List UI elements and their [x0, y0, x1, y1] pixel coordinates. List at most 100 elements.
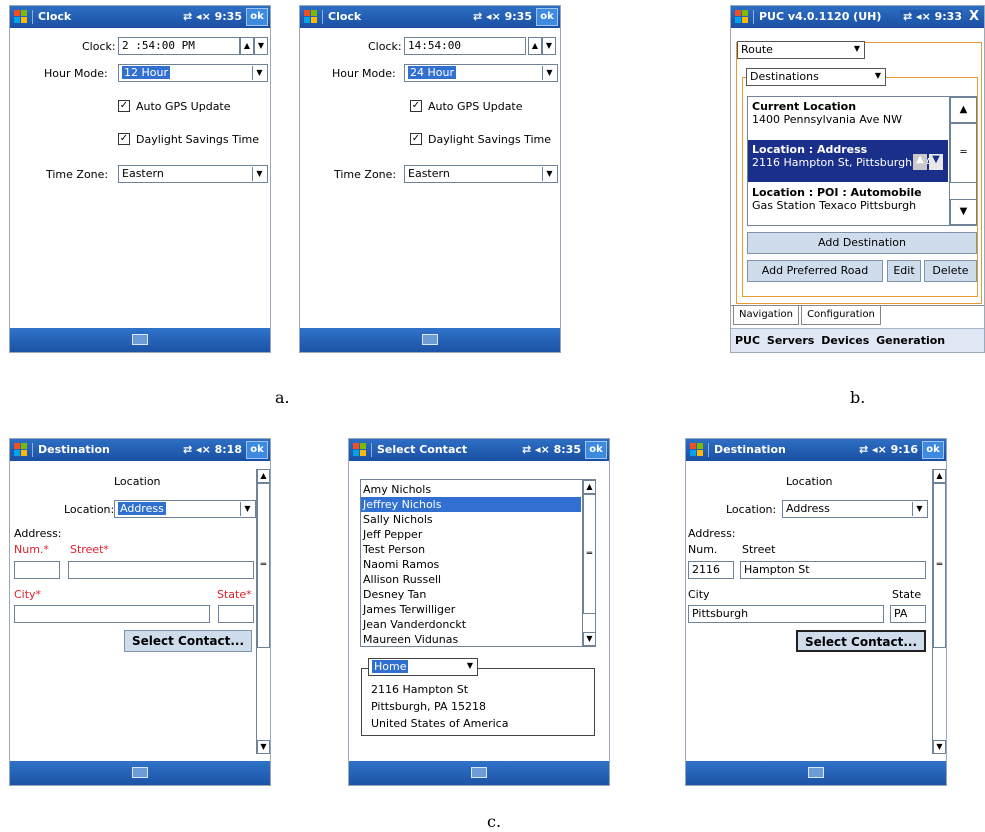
scroll-up-button[interactable]: ▲	[933, 469, 946, 483]
city-field[interactable]: Pittsburgh	[688, 605, 884, 623]
list-item[interactable]: Current Location 1400 Pennsylvania Ave N…	[748, 97, 948, 139]
contact-list[interactable]: Amy Nichols Jeffrey Nichols Sally Nichols J…	[360, 479, 596, 647]
contact-list-item[interactable]: Jean Vanderdonckt	[361, 617, 581, 632]
clock-field[interactable]: 14:54:00	[404, 37, 526, 55]
move-up-icon[interactable]: ▲	[913, 154, 927, 170]
edit-button[interactable]: Edit	[887, 260, 921, 282]
scroll-down-button[interactable]: ▼	[933, 740, 946, 754]
num-field[interactable]	[14, 561, 60, 579]
clock-spin-up-button[interactable]: ▲	[240, 37, 254, 55]
location-label: Location:	[64, 503, 115, 516]
dst-checkbox[interactable]: ✓	[118, 133, 130, 145]
scroll-up-button[interactable]: ▲	[583, 480, 595, 494]
keyboard-icon[interactable]	[132, 334, 148, 345]
scroll-up-button[interactable]: ▲	[257, 469, 270, 483]
start-menu-icon[interactable]	[13, 442, 29, 458]
add-preferred-road-button[interactable]: Add Preferred Road	[747, 260, 883, 282]
list-scrollbar[interactable]: ▲ ═ ▼	[949, 97, 976, 225]
start-menu-icon[interactable]	[303, 9, 319, 25]
ok-button[interactable]: ok	[536, 8, 558, 26]
tab-navigation[interactable]: Navigation	[733, 306, 799, 325]
chevron-down-icon: ▼	[874, 71, 881, 80]
tab-configuration[interactable]: Configuration	[801, 306, 881, 325]
auto-gps-checkbox[interactable]: ✓	[118, 100, 130, 112]
select-contact-button[interactable]: Select Contact...	[124, 630, 252, 652]
timezone-select[interactable]: Eastern ▼	[404, 165, 558, 183]
destination-list[interactable]: Current Location 1400 Pennsylvania Ave N…	[747, 96, 977, 226]
dst-checkbox[interactable]: ✓	[410, 133, 422, 145]
scroll-down-button[interactable]: ▼	[583, 632, 595, 646]
menu-generation[interactable]: Generation	[876, 334, 945, 347]
close-icon[interactable]: X	[969, 9, 979, 24]
num-field[interactable]: 2116	[688, 561, 734, 579]
ok-button[interactable]: ok	[585, 441, 607, 459]
street-field[interactable]: Hampton St	[740, 561, 926, 579]
contact-list-item[interactable]: James Terwilliger	[361, 602, 581, 617]
title-separator	[322, 10, 323, 24]
clock-spin-up-button[interactable]: ▲	[528, 37, 542, 55]
keyboard-icon[interactable]	[808, 767, 824, 778]
destinations-value: Destinations	[750, 70, 819, 83]
scroll-up-button[interactable]: ▲	[950, 97, 976, 123]
title-separator	[32, 443, 33, 457]
start-menu-icon[interactable]	[352, 442, 368, 458]
start-menu-icon[interactable]	[13, 9, 29, 25]
route-select[interactable]: Route ▼	[737, 41, 865, 59]
menu-devices[interactable]: Devices	[821, 334, 869, 347]
dst-label: Daylight Savings Time	[136, 133, 259, 146]
state-label: State	[892, 588, 922, 601]
keyboard-icon[interactable]	[422, 334, 438, 345]
address-type-select[interactable]: Home ▼	[368, 658, 478, 676]
delete-button[interactable]: Delete	[924, 260, 977, 282]
contact-list-item[interactable]: Allison Russell	[361, 572, 581, 587]
timezone-select[interactable]: Eastern ▼	[118, 165, 268, 183]
destinations-select[interactable]: Destinations ▼	[746, 68, 886, 86]
menu-servers[interactable]: Servers	[767, 334, 814, 347]
clock-spin-down-button[interactable]: ▼	[542, 37, 556, 55]
list-item[interactable]: Location : POI : Automobile Gas Station …	[748, 183, 948, 225]
num-label: Num.	[688, 543, 718, 556]
scroll-thumb[interactable]: ═	[257, 483, 270, 648]
scroll-thumb[interactable]: ═	[583, 494, 595, 614]
state-field[interactable]: PA	[890, 605, 926, 623]
location-label: Location:	[726, 503, 777, 516]
scroll-down-button[interactable]: ▼	[257, 740, 270, 754]
move-down-icon[interactable]: ▼	[929, 154, 943, 170]
ok-button[interactable]: ok	[922, 441, 944, 459]
auto-gps-checkbox[interactable]: ✓	[410, 100, 422, 112]
scroll-thumb[interactable]: ═	[933, 483, 946, 648]
ok-button[interactable]: ok	[246, 8, 268, 26]
contact-list-item[interactable]: Test Person	[361, 542, 581, 557]
select-contact-button[interactable]: Select Contact...	[796, 630, 926, 652]
hour-mode-select[interactable]: 24 Hour ▼	[404, 64, 558, 82]
location-select[interactable]: Address ▼	[114, 500, 256, 518]
list-scrollbar[interactable]: ▲ ═ ▼	[582, 480, 595, 646]
page-scrollbar[interactable]: ▲ ═ ▼	[256, 469, 270, 754]
clock-field[interactable]: 2 :54:00 PM	[118, 37, 240, 55]
contact-list-item[interactable]: Naomi Ramos	[361, 557, 581, 572]
hour-mode-select[interactable]: 12 Hour ▼	[118, 64, 268, 82]
scroll-down-button[interactable]: ▼	[950, 199, 976, 225]
contact-list-item[interactable]: Sally Nichols	[361, 512, 581, 527]
location-select[interactable]: Address ▼	[782, 500, 928, 518]
menu-puc[interactable]: PUC	[735, 334, 760, 347]
contact-list-item[interactable]: Maureen Vidunas	[361, 632, 581, 646]
contact-list-item[interactable]: Amy Nichols	[361, 482, 581, 497]
clock-spin-down-button[interactable]: ▼	[254, 37, 268, 55]
page-scrollbar[interactable]: ▲ ═ ▼	[932, 469, 946, 754]
address-line: 2116 Hampton St	[371, 683, 469, 696]
start-menu-icon[interactable]	[734, 9, 750, 25]
list-item[interactable]: Location : Address 2116 Hampton St, Pitt…	[748, 140, 948, 182]
scroll-thumb[interactable]: ═	[950, 123, 976, 183]
state-field[interactable]	[218, 605, 254, 623]
contact-list-item[interactable]: Jeffrey Nichols	[361, 497, 581, 512]
city-field[interactable]	[14, 605, 210, 623]
street-field[interactable]	[68, 561, 254, 579]
start-menu-icon[interactable]	[689, 442, 705, 458]
contact-list-item[interactable]: Desney Tan	[361, 587, 581, 602]
keyboard-icon[interactable]	[471, 767, 487, 778]
contact-list-item[interactable]: Jeff Pepper	[361, 527, 581, 542]
keyboard-icon[interactable]	[132, 767, 148, 778]
add-destination-button[interactable]: Add Destination	[747, 232, 977, 254]
ok-button[interactable]: ok	[246, 441, 268, 459]
